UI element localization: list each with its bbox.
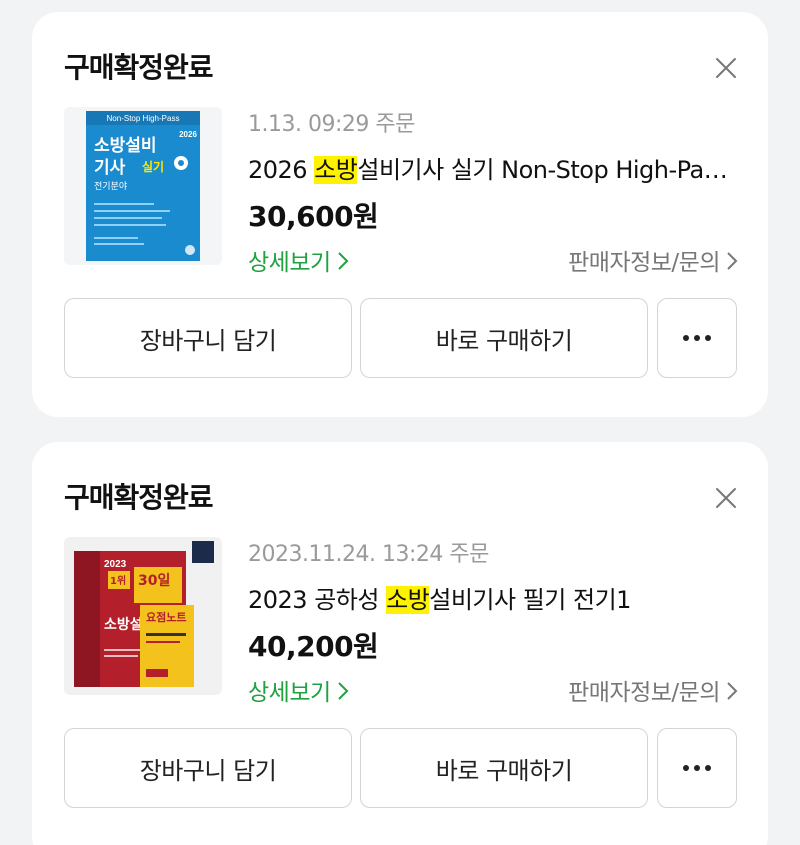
- more-icon: [683, 765, 711, 771]
- order-status: 구매확정완료: [64, 51, 214, 84]
- cover-series: Non-Stop High-Pass: [107, 114, 180, 123]
- order-info: 2023.11.24. 13:24 주문 2023 공하성 소방설비기사 필기 …: [248, 536, 738, 707]
- product-price: 40,200원: [248, 630, 379, 663]
- add-to-cart-button[interactable]: 장바구니 담기: [64, 298, 352, 378]
- more-options-button[interactable]: [657, 298, 737, 378]
- cover-note: 요점노트: [146, 610, 186, 624]
- order-links: 상세보기 판매자정보/문의: [248, 673, 738, 707]
- order-date: 2023.11.24. 13:24 주문: [248, 542, 489, 567]
- title-suffix: 설비기사 실기 Non-Stop High-Pass 전기분야: [357, 156, 738, 184]
- close-icon[interactable]: [714, 486, 738, 510]
- chevron-right-icon: [337, 682, 349, 700]
- title-prefix: 2026: [248, 156, 315, 184]
- detail-link[interactable]: 상세보기: [248, 673, 349, 707]
- buy-now-button[interactable]: 바로 구매하기: [360, 298, 648, 378]
- product-price: 30,600원: [248, 200, 379, 233]
- close-icon[interactable]: [714, 56, 738, 80]
- chevron-right-icon: [337, 252, 349, 270]
- buy-now-button[interactable]: 바로 구매하기: [360, 728, 648, 808]
- title-highlight: 소방: [314, 156, 358, 184]
- product-title[interactable]: 2026 소방설비기사 실기 Non-Stop High-Pass 전기분야: [248, 150, 738, 185]
- order-date: 1.13. 09:29 주문: [248, 112, 415, 137]
- order-status: 구매확정완료: [64, 481, 214, 514]
- cover-title-line1: 소방설비: [94, 136, 157, 156]
- title-prefix: 2023 공하성: [248, 586, 387, 614]
- more-options-button[interactable]: [657, 728, 737, 808]
- order-links: 상세보기 판매자정보/문의: [248, 243, 738, 277]
- product-title[interactable]: 2023 공하성 소방설비기사 필기 전기1: [248, 580, 738, 615]
- seller-info-link[interactable]: 판매자정보/문의: [568, 673, 738, 707]
- order-card: 구매확정완료 Non-Stop High-Pass 2026 소방설비 기사 실…: [32, 12, 768, 417]
- seller-info-link[interactable]: 판매자정보/문의: [568, 243, 738, 277]
- title-suffix: 설비기사 필기 전기1: [429, 586, 631, 614]
- add-to-cart-button[interactable]: 장바구니 담기: [64, 728, 352, 808]
- chevron-right-icon: [727, 682, 738, 700]
- product-thumbnail[interactable]: Non-Stop High-Pass 2026 소방설비 기사 실기 전기분야: [64, 107, 222, 265]
- cover-year: 2026: [179, 130, 197, 139]
- cover-days: 30일: [138, 573, 170, 589]
- cover-rank: 1위: [110, 574, 126, 587]
- book-cover-image: Non-Stop High-Pass 2026 소방설비 기사 실기 전기분야: [86, 111, 200, 261]
- book-cover-image: 2023 1위 30일 소방설 요점노트: [74, 541, 214, 687]
- chevron-right-icon: [727, 252, 738, 270]
- product-thumbnail[interactable]: 2023 1위 30일 소방설 요점노트: [64, 537, 222, 695]
- title-highlight: 소방: [386, 586, 430, 614]
- order-card: 구매확정완료 2023 1위 30일 소방설 요점노트 2023.11.24. …: [32, 442, 768, 845]
- cover-title-line1: 소방설: [104, 616, 143, 633]
- more-icon: [683, 335, 711, 341]
- cover-year: 2023: [104, 559, 127, 570]
- order-info: 1.13. 09:29 주문 2026 소방설비기사 실기 Non-Stop H…: [248, 106, 738, 277]
- cover-badge: 실기: [142, 159, 164, 174]
- detail-link[interactable]: 상세보기: [248, 243, 349, 277]
- cover-title-line2: 기사: [94, 158, 126, 178]
- cover-subtitle: 전기분야: [94, 181, 127, 192]
